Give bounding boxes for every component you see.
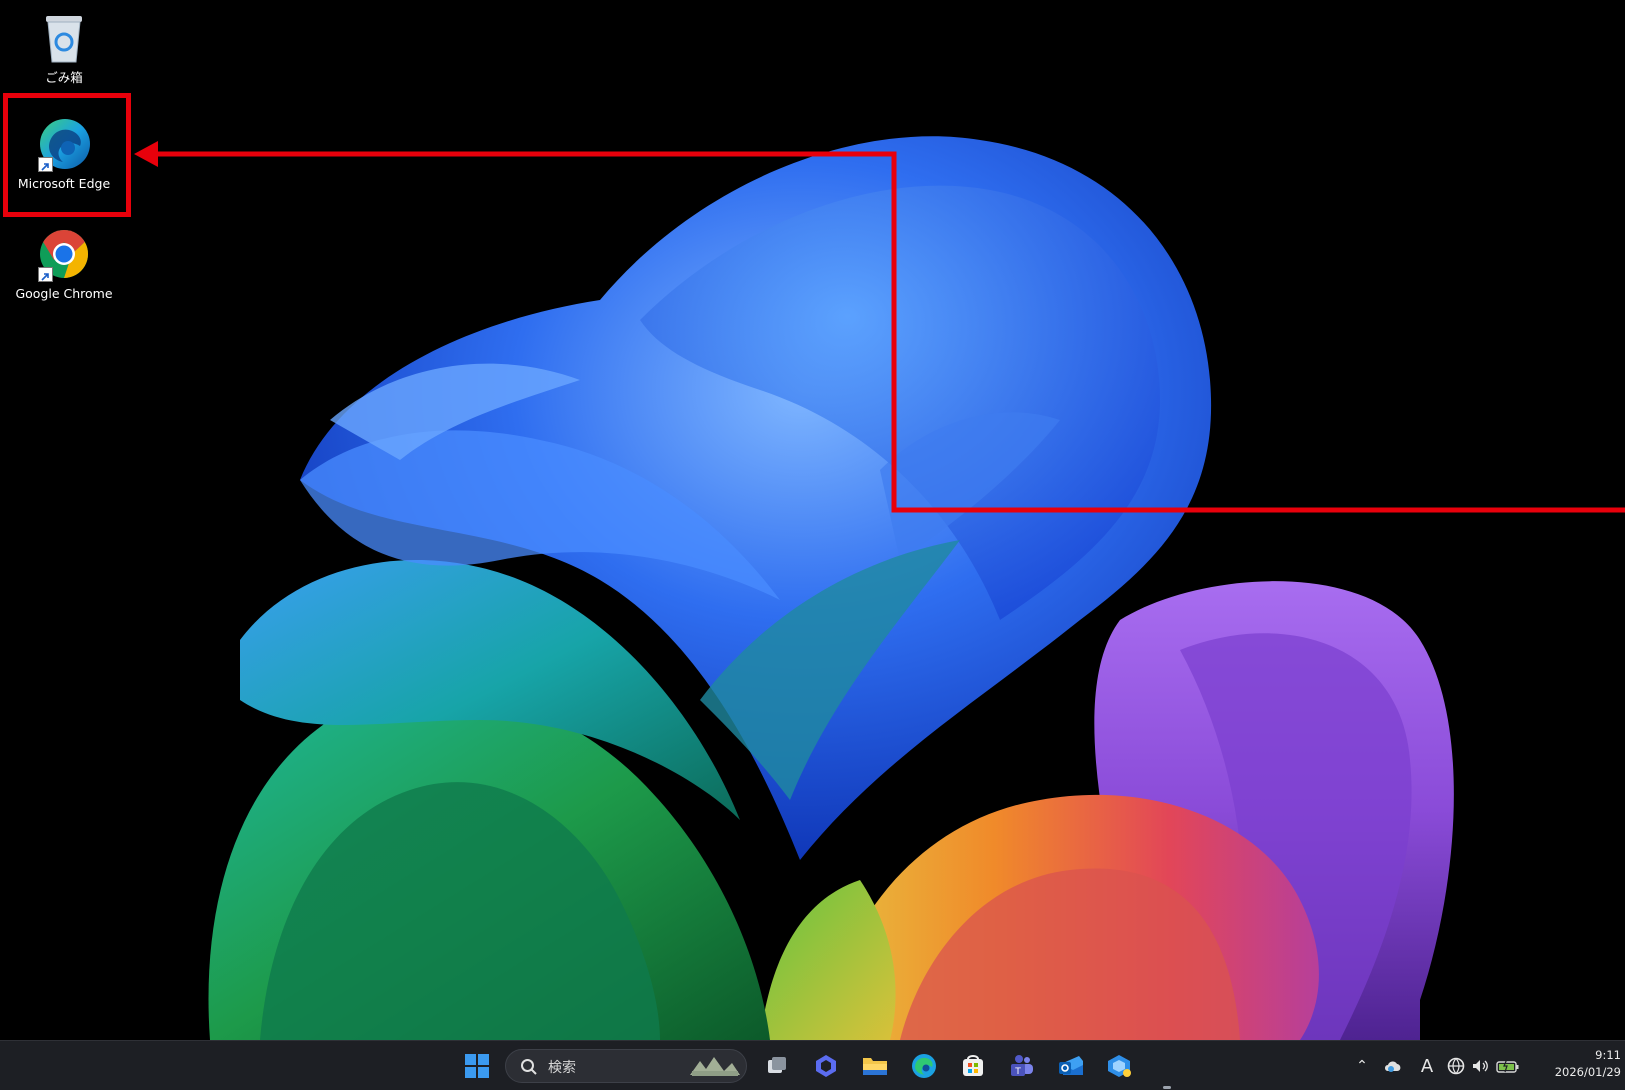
- onedrive-icon[interactable]: [1376, 1059, 1410, 1073]
- teams-icon: T: [1011, 1055, 1033, 1077]
- search-highlight-illustration: [690, 1057, 740, 1076]
- taskbar-edge-button[interactable]: [906, 1048, 942, 1084]
- task-view-icon: [768, 1057, 786, 1073]
- battery-icon[interactable]: [1492, 1059, 1524, 1073]
- google-chrome-label: Google Chrome: [15, 286, 113, 301]
- store-icon: [963, 1055, 983, 1076]
- taskbar-copilot-button[interactable]: [808, 1048, 844, 1084]
- start-button[interactable]: [459, 1048, 495, 1084]
- clock[interactable]: 9:11 2026/01/29: [1555, 1047, 1621, 1081]
- ime-mode-indicator[interactable]: A: [1410, 1056, 1444, 1077]
- taskbar-outlook-button[interactable]: [1053, 1048, 1089, 1084]
- copilot-icon: [816, 1055, 836, 1077]
- chrome-icon: [36, 226, 92, 282]
- recycle-bin-icon: [36, 10, 92, 66]
- wallpaper-image: [0, 0, 1625, 1090]
- task-view-button[interactable]: [759, 1048, 795, 1084]
- network-icon[interactable]: [1444, 1057, 1468, 1075]
- outlook-icon: [1059, 1056, 1083, 1075]
- app-icon: [1108, 1055, 1131, 1077]
- search-placeholder: 検索: [548, 1060, 576, 1076]
- windows-start-icon: [465, 1054, 489, 1078]
- shortcut-arrow-icon: [38, 267, 53, 282]
- recycle-bin-label: ごみ箱: [45, 70, 83, 85]
- edge-icon: [912, 1054, 936, 1078]
- annotation-highlight-box: [3, 93, 131, 217]
- search-icon: [521, 1059, 537, 1075]
- taskbar-teams-button[interactable]: T: [1004, 1048, 1040, 1084]
- taskbar-store-button[interactable]: [955, 1048, 991, 1084]
- clock-date: 2026/01/29: [1554, 1065, 1621, 1079]
- show-hidden-icons-chevron-icon[interactable]: ⌃: [1348, 1058, 1376, 1074]
- clock-time: 9:11: [1595, 1048, 1621, 1062]
- taskbar-file-explorer-button[interactable]: [857, 1048, 893, 1084]
- desktop[interactable]: ごみ箱 Microsoft Edge Google Chrome 検索 T ⌃ …: [0, 0, 1625, 1090]
- desktop-icon-recycle-bin[interactable]: ごみ箱: [12, 10, 116, 85]
- search-box[interactable]: 検索: [505, 1049, 747, 1083]
- active-app-indicator: [1163, 1086, 1171, 1089]
- svg-text:T: T: [1014, 1067, 1021, 1077]
- file-explorer-icon: [863, 1058, 887, 1075]
- taskbar: 検索 T ⌃ A 9:11 2026/01/29: [0, 1040, 1625, 1090]
- system-tray: ⌃ A: [1348, 1041, 1524, 1090]
- taskbar-app-button[interactable]: [1101, 1048, 1137, 1084]
- volume-icon[interactable]: [1468, 1058, 1492, 1074]
- desktop-icon-google-chrome[interactable]: Google Chrome: [12, 226, 116, 301]
